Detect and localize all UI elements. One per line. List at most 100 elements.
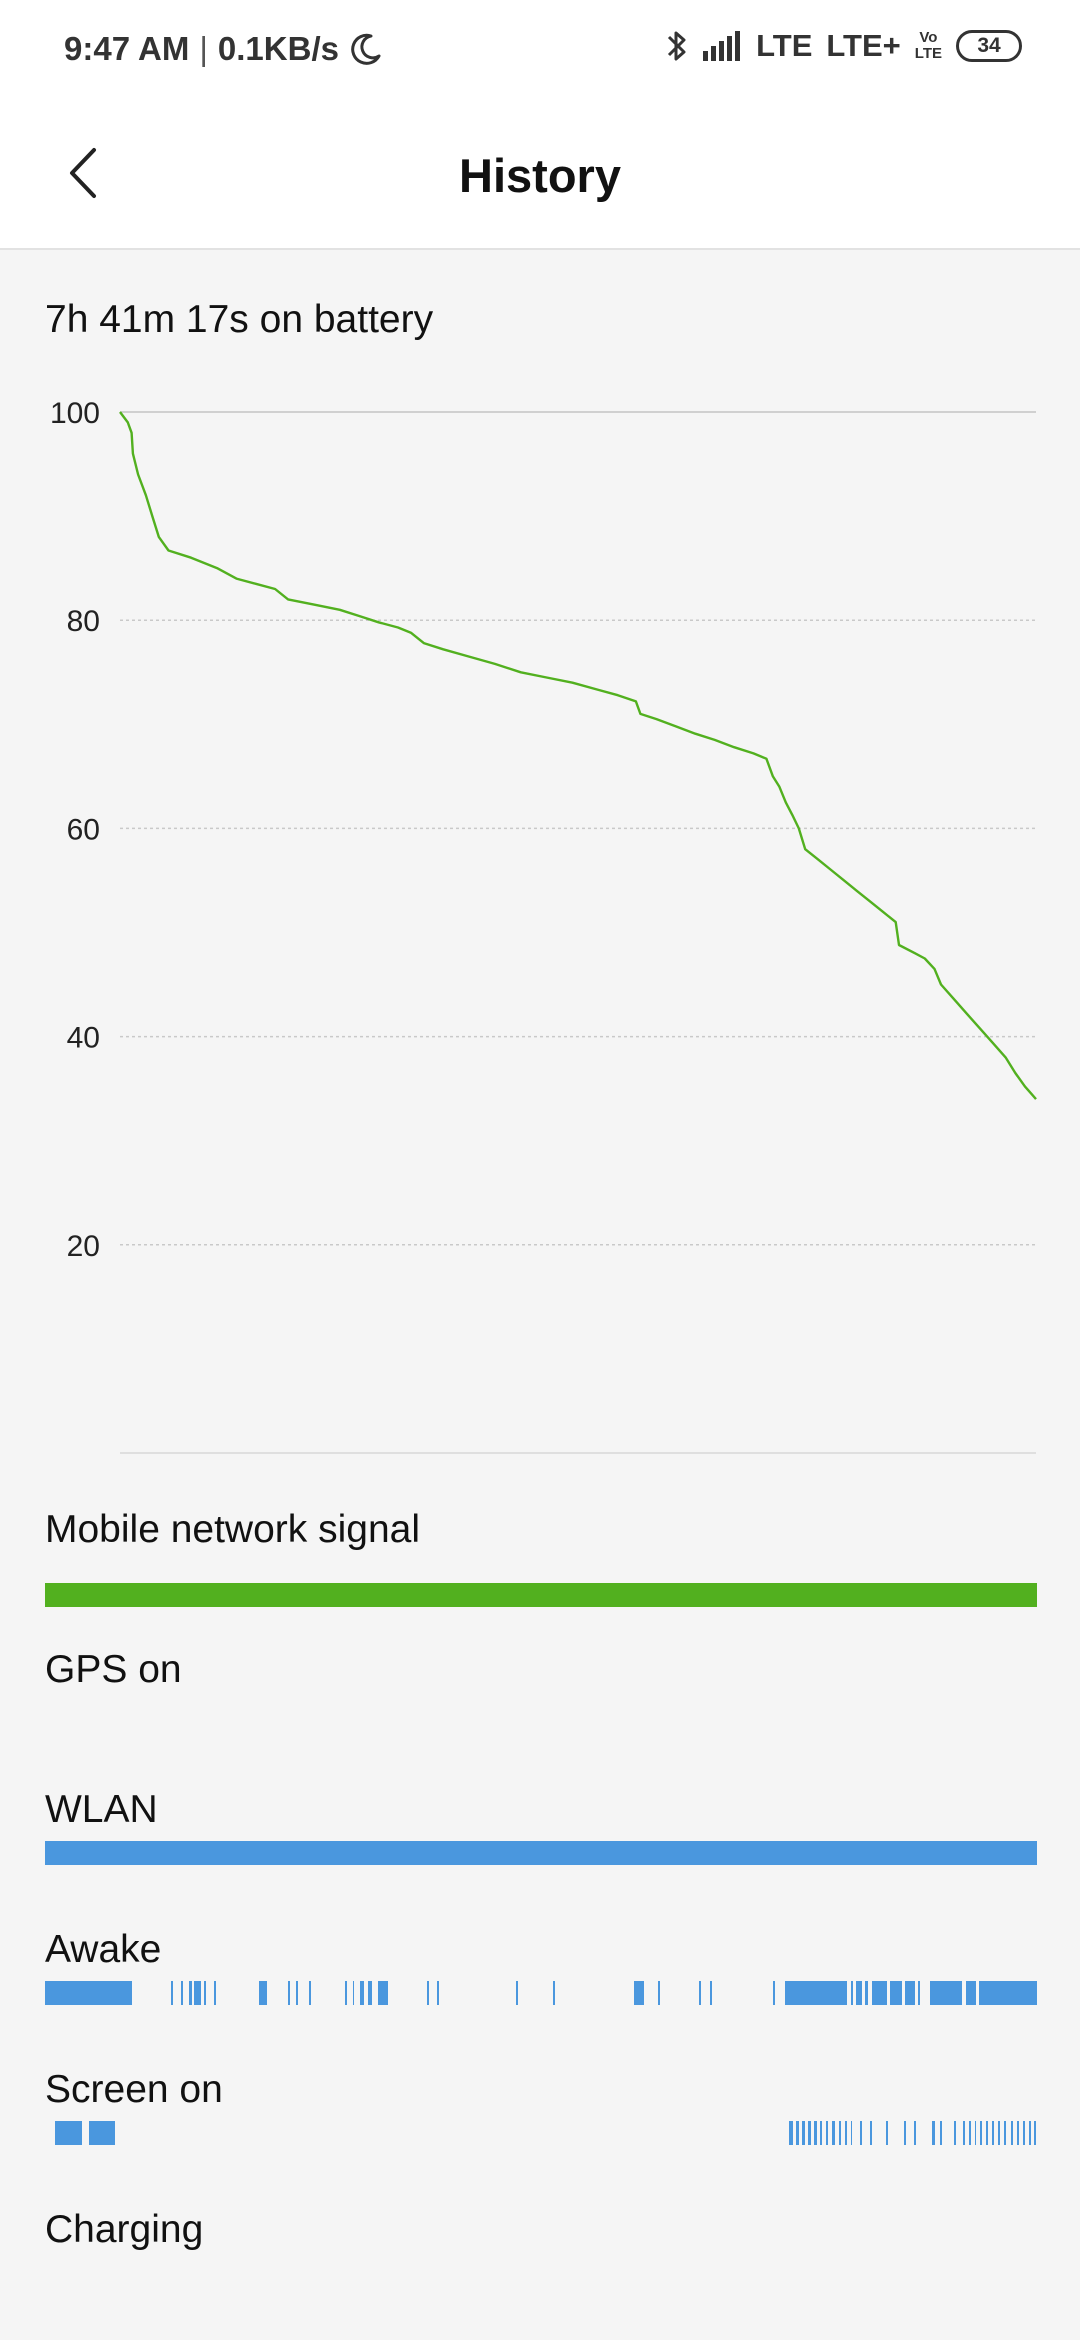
screen-on-segment xyxy=(819,2121,822,2145)
screen-on-segment xyxy=(88,2121,116,2145)
awake-segment xyxy=(965,1981,977,2005)
screen-on-segment xyxy=(992,2121,995,2145)
screen-on-segment xyxy=(913,2121,916,2145)
screen-on-segment xyxy=(980,2121,983,2145)
y-tick-label-80: 80 xyxy=(67,605,100,638)
awake-segment xyxy=(917,1981,920,2005)
y-tick-label-20: 20 xyxy=(67,1230,100,1263)
screen-on-segment xyxy=(54,2121,82,2145)
awake-segment xyxy=(213,1981,216,2005)
signal-icon xyxy=(702,29,742,63)
screen-on-bar xyxy=(45,2121,1037,2145)
volte-icon: Vo LTE xyxy=(915,30,942,62)
awake-segment xyxy=(979,1981,1037,2005)
awake-segment xyxy=(516,1981,519,2005)
awake-segment xyxy=(850,1981,854,2005)
awake-segment xyxy=(785,1981,847,2005)
page-title: History xyxy=(459,149,621,202)
awake-segment xyxy=(698,1981,701,2005)
awake-segment xyxy=(890,1981,903,2005)
charging-label: Charging xyxy=(45,2208,204,2251)
awake-bar xyxy=(45,1981,1037,2005)
awake-segment xyxy=(288,1981,290,2005)
screen-on-segment xyxy=(1023,2121,1026,2145)
awake-segment xyxy=(634,1981,645,2005)
battery-level: 34 xyxy=(977,34,1001,57)
awake-segment xyxy=(368,1981,373,2005)
screen-on-segment xyxy=(998,2121,1001,2145)
awake-segment xyxy=(436,1981,439,2005)
moon-icon xyxy=(349,32,383,66)
awake-segment xyxy=(929,1981,962,2005)
screen-on-segment xyxy=(968,2121,971,2145)
awake-segment xyxy=(709,1981,712,2005)
volte-top: Vo xyxy=(919,29,938,46)
screen-on-segment xyxy=(1017,2121,1020,2145)
awake-segment xyxy=(856,1981,863,2005)
status-left: 9:47 AM | 0.1KB/s xyxy=(64,30,383,68)
screen-on-segment xyxy=(974,2121,977,2145)
screen-on-label: Screen on xyxy=(45,2068,223,2111)
wlan-label: WLAN xyxy=(45,1788,158,1831)
screen-on-segment xyxy=(813,2121,817,2145)
screen-on-segment xyxy=(838,2121,841,2145)
bluetooth-icon xyxy=(666,28,688,64)
volte-bottom: LTE xyxy=(914,45,942,62)
screen-on-segment xyxy=(986,2121,989,2145)
awake-segment xyxy=(658,1981,661,2005)
screen-on-segment xyxy=(850,2121,853,2145)
screen-on-segment xyxy=(953,2121,956,2145)
awake-segment xyxy=(45,1981,133,2005)
status-separator: | xyxy=(199,30,208,67)
awake-segment xyxy=(352,1981,355,2005)
status-time: 9:47 AM xyxy=(64,30,190,67)
battery-level-line xyxy=(119,411,1037,1100)
screen-on-segment xyxy=(807,2121,811,2145)
battery-icon: 34 xyxy=(956,30,1022,62)
screen-on-segment xyxy=(844,2121,847,2145)
screen-on-segment xyxy=(1029,2121,1032,2145)
screen-on-segment xyxy=(801,2121,805,2145)
awake-segment xyxy=(203,1981,206,2005)
awake-segment xyxy=(905,1981,915,2005)
screen-on-segment xyxy=(795,2121,799,2145)
screen-on-segment xyxy=(789,2121,793,2145)
awake-segment xyxy=(193,1981,201,2005)
awake-segment xyxy=(170,1981,173,2005)
battery-summary: 7h 41m 17s on battery xyxy=(45,298,434,341)
awake-segment xyxy=(865,1981,869,2005)
screen-on-segment xyxy=(886,2121,889,2145)
screen-on-segment xyxy=(825,2121,828,2145)
awake-segment xyxy=(188,1981,192,2005)
y-tick-label-60: 60 xyxy=(67,813,100,846)
screen-on-segment xyxy=(1004,2121,1007,2145)
y-tick-label-40: 40 xyxy=(67,1022,100,1055)
gps-on-bar xyxy=(45,1723,1037,1747)
wlan-segment xyxy=(45,1841,1037,1865)
screen-on-segment xyxy=(962,2121,965,2145)
awake-segment xyxy=(360,1981,365,2005)
charging-bar xyxy=(45,2261,1037,2285)
network-type-1: LTE xyxy=(756,28,813,63)
screen-on-segment xyxy=(931,2121,935,2145)
y-tick-label-100: 100 xyxy=(50,397,100,430)
chart-tick-labels: 100 80 60 40 20 xyxy=(50,397,100,1263)
awake-segment xyxy=(259,1981,268,2005)
status-net-speed: 0.1KB/s xyxy=(217,30,339,67)
screen-on-segment xyxy=(870,2121,873,2145)
awake-segment xyxy=(552,1981,555,2005)
screen-on-segment xyxy=(904,2121,907,2145)
awake-segment xyxy=(295,1981,298,2005)
mobile-signal-segment xyxy=(45,1583,1037,1607)
awake-segment xyxy=(773,1981,776,2005)
screen-on-segment xyxy=(860,2121,863,2145)
awake-label: Awake xyxy=(45,1928,162,1971)
wlan-bar xyxy=(45,1841,1037,1865)
awake-segment xyxy=(344,1981,347,2005)
app-bar: History xyxy=(0,100,1080,250)
mobile-network-signal-label: Mobile network signal xyxy=(45,1508,421,1551)
mobile-network-signal-bar xyxy=(45,1583,1037,1607)
chart-grid xyxy=(120,411,1036,1454)
awake-segment xyxy=(308,1981,311,2005)
screen-on-segment xyxy=(831,2121,835,2145)
